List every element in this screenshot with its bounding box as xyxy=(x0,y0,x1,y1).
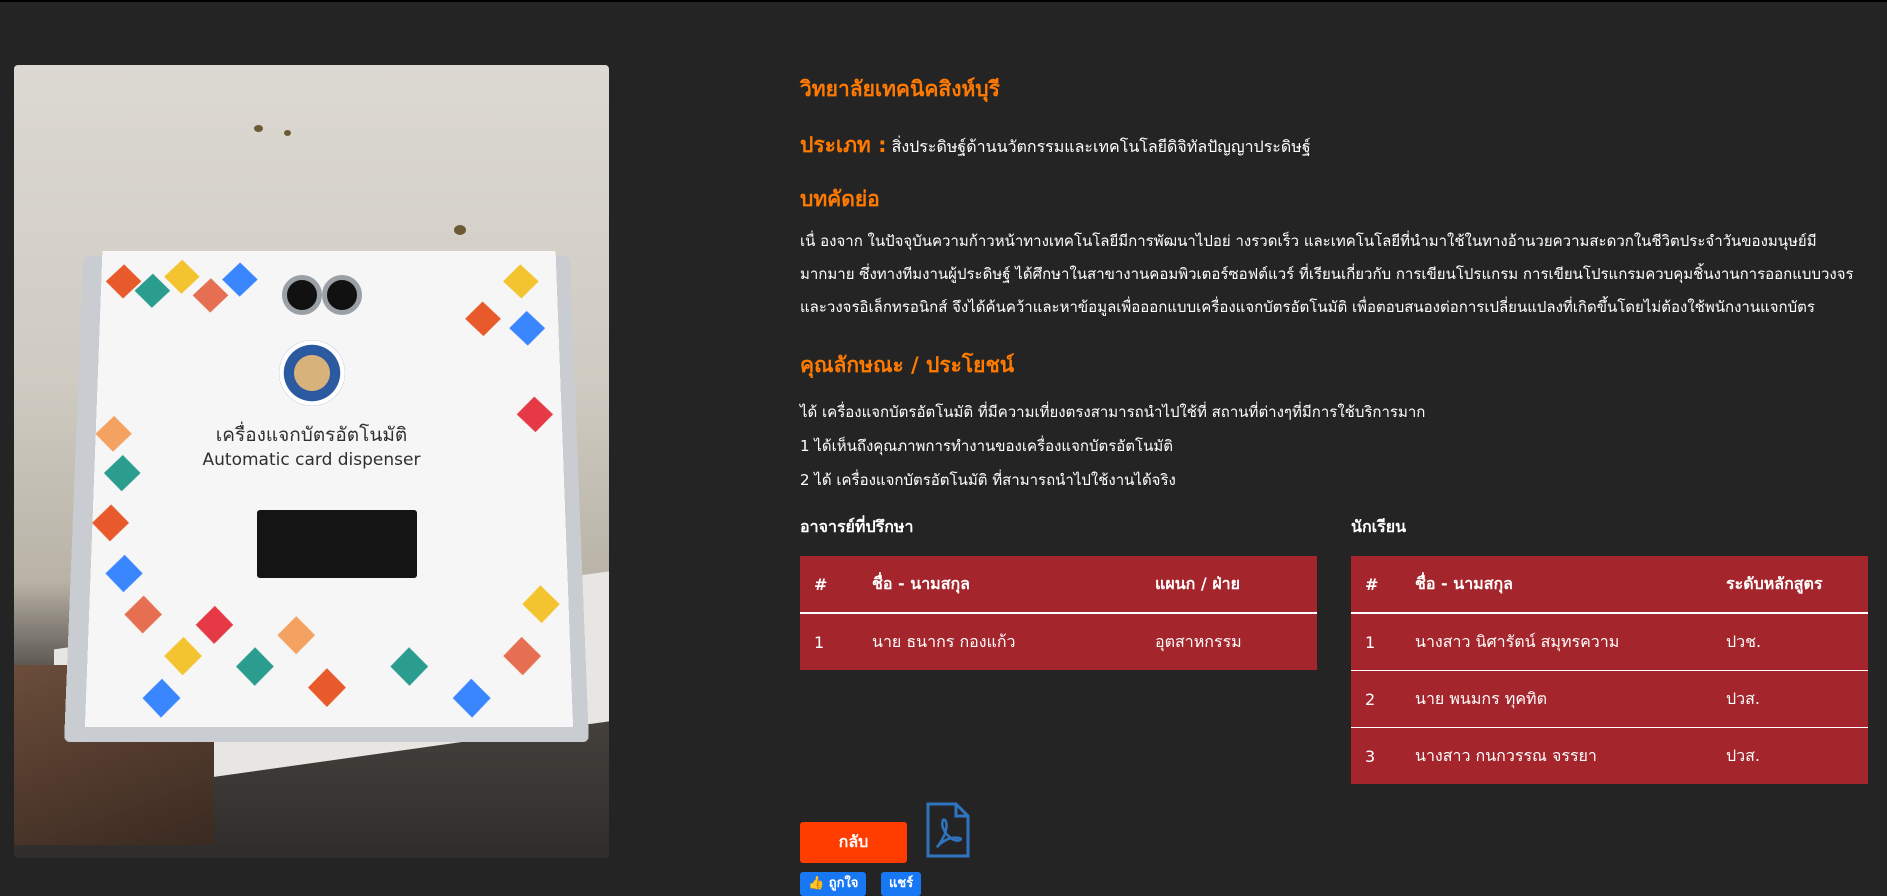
students-title: นักเรียน xyxy=(1351,517,1406,536)
photo-stain xyxy=(254,125,263,132)
col-department: แผนก / ฝ่าย xyxy=(1141,556,1317,614)
table-row: 1 นาย ธนากร กองแก้ว อุตสาหกรรม xyxy=(800,613,1317,670)
cell-number: 3 xyxy=(1365,746,1376,766)
pattern-square xyxy=(503,264,539,299)
table-header-row: # ชื่อ - นามสกุล แผนก / ฝ่าย xyxy=(800,556,1317,614)
cell-level: ปวส. xyxy=(1712,670,1868,728)
col-name: ชื่อ - นามสกุล xyxy=(858,556,1141,614)
col-level: ระดับหลักสูตร xyxy=(1712,556,1868,614)
photo-label-th: เครื่องแจกบัตรอัตโนมัติ xyxy=(215,424,408,446)
photo-stain xyxy=(284,130,291,136)
cell-department: อุตสาหกรรม xyxy=(1155,631,1242,651)
facebook-like-button[interactable]: 👍 ถูกใจ xyxy=(800,872,867,896)
pattern-square xyxy=(465,301,501,337)
pattern-square xyxy=(164,636,202,676)
advisors-section: อาจารย์ที่ปรึกษา # ชื่อ - นามสกุล แผนก /… xyxy=(800,515,1317,670)
table-row: 2 นาย พนมกร ทุคทิต ปวส. xyxy=(1351,670,1868,728)
photo-label-en: Automatic card dispenser xyxy=(202,450,421,470)
product-photo: เครื่องแจกบัตรอัตโนมัติ Automatic card d… xyxy=(14,65,609,858)
col-name: ชื่อ - นามสกุล xyxy=(1401,556,1712,614)
pattern-square xyxy=(277,616,316,655)
cell-level: ปวส. xyxy=(1726,745,1760,765)
col-number: # xyxy=(1351,556,1401,614)
dispenser-label xyxy=(84,250,574,727)
cell-level: ปวช. xyxy=(1712,613,1868,671)
sensor xyxy=(322,275,362,315)
cell-name: นาย พนมกร ทุคทิต xyxy=(1401,670,1712,728)
features-heading: คุณลักษณะ / ประโยชน์ xyxy=(800,353,1015,377)
pattern-square xyxy=(164,259,200,294)
table-header-row: # ชื่อ - นามสกุล ระดับหลักสูตร xyxy=(1351,556,1868,614)
col-number: # xyxy=(800,556,858,614)
category-line: ประเภท : สิ่งประดิษฐ์ด้านนวัตกรรมและเทคโ… xyxy=(800,129,1311,162)
students-section: นักเรียน # ชื่อ - นามสกุล ระดับหลักสูตร … xyxy=(1351,515,1868,784)
pattern-square xyxy=(105,264,142,299)
advisors-table: # ชื่อ - นามสกุล แผนก / ฝ่าย 1 นาย ธนากร… xyxy=(800,556,1317,670)
advisors-title: อาจารย์ที่ปรึกษา xyxy=(800,517,914,536)
cell-name: นางสาว กนกวรรณ จรรยา xyxy=(1415,745,1597,765)
card-slot xyxy=(257,510,417,578)
pattern-square xyxy=(307,668,346,708)
abstract-text: เนื่ องจาก ในปัจจุบันความก้าวหน้าทางเทคโ… xyxy=(800,232,1854,316)
pattern-square xyxy=(134,273,171,308)
pattern-square xyxy=(522,585,560,624)
pdf-icon[interactable] xyxy=(924,802,972,858)
table-row: 3 นางสาว กนกวรรณ จรรยา ปวส. xyxy=(1351,728,1868,785)
cell-number: 1 xyxy=(1351,613,1401,671)
share-label: แชร์ xyxy=(889,876,914,891)
pattern-square xyxy=(452,678,491,718)
cell-name: นางสาว นิศารัตน์ สมุทรความ xyxy=(1401,613,1712,671)
category-value: สิ่งประดิษฐ์ด้านนวัตกรรมและเทคโนโลยีดิจิ… xyxy=(891,137,1311,156)
feature-item: 1 ได้เห็นถึงคุณภาพการทำงานของเครื่องแจกบ… xyxy=(800,437,1173,455)
cell-number: 2 xyxy=(1351,670,1401,728)
category-label: ประเภท : xyxy=(800,133,887,157)
pattern-square xyxy=(509,310,546,346)
sensor xyxy=(282,275,322,315)
facebook-share-button[interactable]: แชร์ xyxy=(881,872,922,896)
features-list: ได้ เครื่องแจกบัตรอัตโนมัติ ที่มีความเที… xyxy=(800,395,1425,497)
pattern-square xyxy=(92,504,130,542)
feature-item: ได้ เครื่องแจกบัตรอัตโนมัติ ที่มีความเที… xyxy=(800,403,1426,421)
abstract-heading: บทคัดย่อ xyxy=(800,187,880,211)
pattern-square xyxy=(105,554,143,593)
pattern-square xyxy=(192,278,229,313)
cell-number: 1 xyxy=(814,632,825,652)
pattern-square xyxy=(235,647,274,686)
pattern-square xyxy=(222,262,258,297)
school-name: วิทยาลัยเทคนิคสิงห์บุรี xyxy=(800,77,1000,101)
school-logo xyxy=(279,340,345,406)
photo-stain xyxy=(454,225,466,235)
pattern-square xyxy=(390,647,429,686)
table-row: 1 นางสาว นิศารัตน์ สมุทรความ ปวช. xyxy=(1351,613,1868,671)
cell-name: นาย ธนากร กองแก้ว xyxy=(872,631,1016,651)
feature-item: 2 ได้ เครื่องแจกบัตรอัตโนมัติ ที่สามารถน… xyxy=(800,471,1176,489)
like-label: ถูกใจ xyxy=(828,876,859,891)
pattern-square xyxy=(142,678,181,718)
top-border xyxy=(0,0,1887,2)
pattern-square xyxy=(124,595,162,634)
pattern-square xyxy=(195,605,234,644)
students-table: # ชื่อ - นามสกุล ระดับหลักสูตร 1 นางสาว … xyxy=(1351,556,1868,784)
back-button[interactable]: กลับ xyxy=(800,822,907,863)
pattern-square xyxy=(503,636,542,676)
